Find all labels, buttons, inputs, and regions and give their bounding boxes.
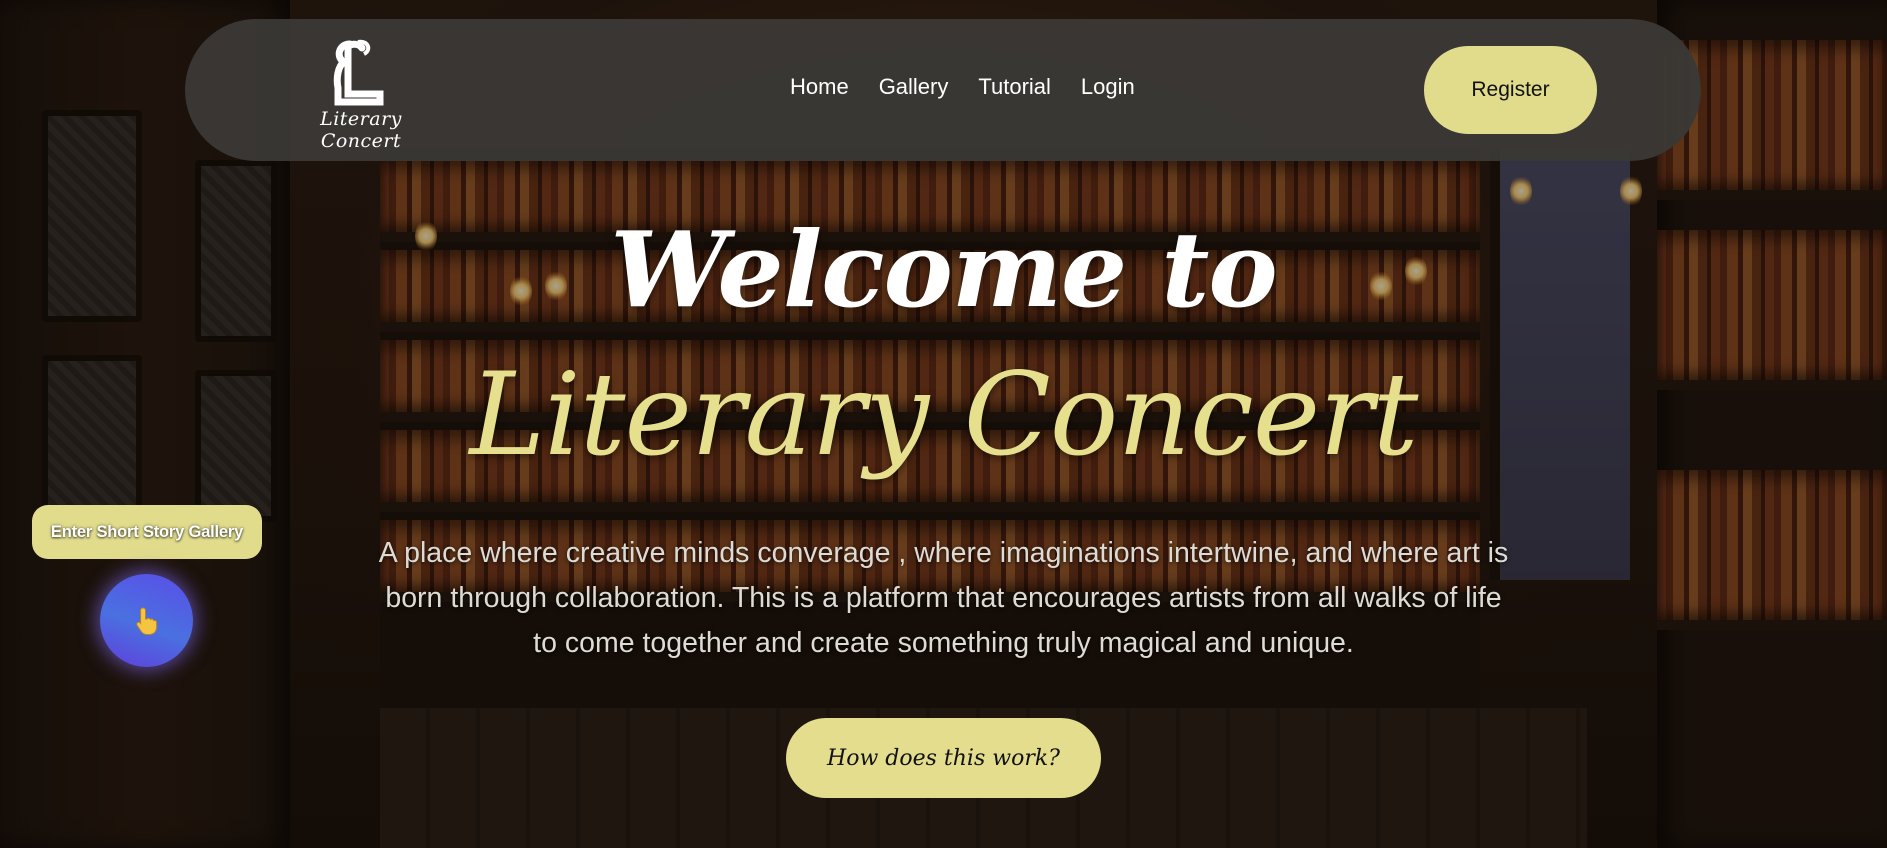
hero-title-line1: Welcome to [610, 208, 1278, 331]
nav-home-link[interactable]: Home [790, 74, 849, 100]
nav-links: Home Gallery Tutorial Login [790, 74, 1135, 100]
site-logo[interactable]: Literary Concert [286, 38, 436, 152]
hero-title-line2: Literary Concert [469, 348, 1419, 481]
enter-short-story-gallery-button[interactable]: Enter Short Story Gallery [32, 505, 262, 559]
how-does-this-work-button[interactable]: How does this work? [786, 718, 1101, 798]
nav-gallery-link[interactable]: Gallery [879, 74, 949, 100]
pointing-hand-icon [135, 606, 157, 635]
hero-description: A place where creative minds converage ,… [378, 537, 1509, 659]
pointer-circle-button[interactable] [100, 574, 193, 667]
logo-mark-icon [333, 39, 384, 106]
register-button[interactable]: Register [1424, 46, 1597, 134]
nav-login-link[interactable]: Login [1081, 74, 1135, 100]
logo-text: Literary Concert [320, 108, 402, 152]
nav-tutorial-link[interactable]: Tutorial [978, 74, 1051, 100]
